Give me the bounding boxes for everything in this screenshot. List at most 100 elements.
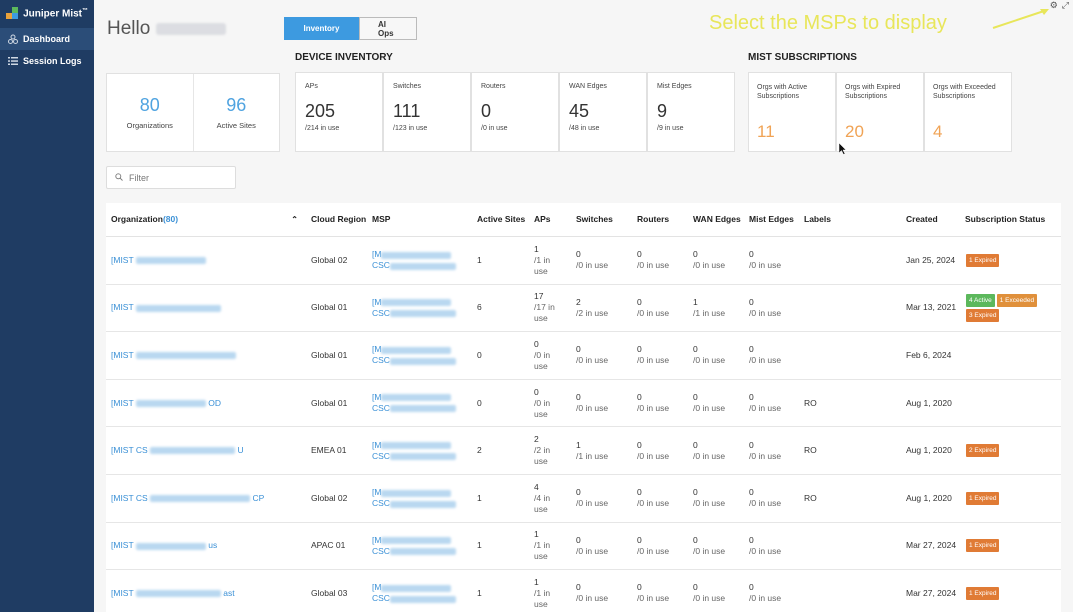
org-summary-card: 80 Organizations 96 Active Sites <box>106 73 280 152</box>
created-date: Aug 1, 2020 <box>906 397 952 408</box>
inventory-card-label: APs <box>305 83 318 90</box>
msp-link[interactable]: [M CSC <box>367 440 472 462</box>
inventory-card-label: Switches <box>393 83 422 90</box>
created-date: Jan 25, 2024 <box>906 254 956 265</box>
table-row[interactable]: [MIST OD Global 01 [M CSC 0 0/0 in use 0/0 in … <box>106 380 1061 428</box>
aps-value: 17/17 in use <box>534 291 555 324</box>
column-header-aps[interactable]: APs <box>529 214 571 225</box>
inventory-card-label: Mist Edges <box>657 83 692 90</box>
column-header-switches[interactable]: Switches <box>571 214 632 225</box>
msp-link[interactable]: [M CSC <box>367 487 472 509</box>
active-sites-label: Active Sites <box>216 121 256 130</box>
tab-ai-ops[interactable]: AI Ops <box>359 17 417 40</box>
settings-icon[interactable]: ⚙ <box>1050 0 1058 11</box>
msp-link[interactable]: [M CSC <box>367 582 472 604</box>
column-header-msp[interactable]: MSP <box>367 214 472 225</box>
routers-value: 0/0 in use <box>637 487 670 509</box>
inventory-card-switches[interactable]: Switches 111 /123 in use <box>383 72 471 152</box>
org-name-link[interactable]: [MIST <box>106 350 306 361</box>
inventory-card-mist-edges[interactable]: Mist Edges 9 /9 in use <box>647 72 735 152</box>
msp-link[interactable]: [M CSC <box>367 535 472 557</box>
cloud-region: Global 02 <box>311 492 348 503</box>
subscription-status: 2 Expired <box>960 443 1060 458</box>
sidebar-item-dashboard[interactable]: Dashboard <box>0 28 94 50</box>
table-row[interactable]: [MIST Global 01 [M CSC 6 17/17 in use 2/2 in … <box>106 285 1061 333</box>
column-header-labels[interactable]: Labels <box>799 214 901 225</box>
active-sites-value: 1 <box>477 587 482 598</box>
list-icon <box>8 56 18 66</box>
cloud-region: Global 01 <box>311 397 348 408</box>
routers-value: 0/0 in use <box>637 296 670 318</box>
column-header-routers[interactable]: Routers <box>632 214 688 225</box>
tab-inventory[interactable]: Inventory <box>284 17 359 40</box>
aps-value: 0/0 in use <box>534 338 551 371</box>
column-header-region[interactable]: Cloud Region <box>306 214 367 225</box>
subscription-card-label: Orgs with Active Subscriptions <box>757 84 808 100</box>
routers-value: 0/0 in use <box>637 582 670 604</box>
msp-link[interactable]: [M CSC <box>367 297 472 319</box>
org-name-link[interactable]: [MIST <box>106 255 306 266</box>
column-header-created[interactable]: Created <box>901 214 960 225</box>
table-row[interactable]: [MIST Global 02 [M CSC 1 1/1 in use 0/0 in us… <box>106 237 1061 285</box>
org-count-cell[interactable]: 80 Organizations <box>107 74 194 151</box>
msp-link[interactable]: [M CSC <box>367 344 472 366</box>
routers-value: 0/0 in use <box>637 439 670 461</box>
main-content: Hello Inventory AI Ops Select the MSPs t… <box>94 0 1073 612</box>
mouse-cursor-icon <box>839 143 847 155</box>
inventory-card-wan-edges[interactable]: WAN Edges 45 /48 in use <box>559 72 647 152</box>
table-row[interactable]: [MIST us APAC 01 [M CSC 1 1/1 in use 0/0 in us… <box>106 523 1061 571</box>
inventory-card-value: 111 <box>393 101 421 121</box>
cloud-region: Global 03 <box>311 587 348 598</box>
mist-edges-value: 0/0 in use <box>749 534 782 556</box>
msp-link[interactable]: [M CSC <box>367 392 472 414</box>
filter-input[interactable]: Filter <box>106 166 236 189</box>
subscription-card-value: 20 <box>845 122 864 141</box>
column-header-wan-edges[interactable]: WAN Edges <box>688 214 744 225</box>
sidebar-item-session-logs[interactable]: Session Logs <box>0 50 94 72</box>
inventory-card-aps[interactable]: APs 205 /214 in use <box>295 72 383 152</box>
inventory-card-sub: /9 in use <box>657 125 684 132</box>
created-date: Mar 27, 2024 <box>906 540 957 551</box>
column-header-organization[interactable]: Organization(80) ⌃ <box>106 214 306 225</box>
table-row[interactable]: [MIST CS CP Global 02 [M CSC 1 4/4 in use 0/0 … <box>106 475 1061 523</box>
device-inventory-title: DEVICE INVENTORY <box>295 52 393 63</box>
column-header-subscription-status[interactable]: Subscription Status <box>960 214 1060 225</box>
annotation-arrow-icon <box>992 9 1049 29</box>
cloud-region: EMEA 01 <box>311 445 347 456</box>
org-name-link[interactable]: [MIST CS CP <box>106 493 306 504</box>
msp-link[interactable]: [M CSC <box>367 249 472 271</box>
org-name-link[interactable]: [MIST us <box>106 540 306 551</box>
org-name-link[interactable]: [MIST <box>106 302 306 313</box>
aps-value: 1/1 in use <box>534 243 551 276</box>
subscription-card-active[interactable]: Orgs with Active Subscriptions 11 <box>748 72 836 152</box>
org-name-link[interactable]: [MIST CS U <box>106 445 306 456</box>
table-row[interactable]: [MIST CS U EMEA 01 [M CSC 2 2/2 in use 1/1 in … <box>106 427 1061 475</box>
subscription-card-expired[interactable]: Orgs with Expired Subscriptions 20 <box>836 72 924 152</box>
inventory-card-routers[interactable]: Routers 0 /0 in use <box>471 72 559 152</box>
subscription-card-exceeded[interactable]: Orgs with Exceeded Subscriptions 4 <box>924 72 1012 152</box>
switches-value: 2/2 in use <box>576 296 609 318</box>
org-name-link[interactable]: [MIST ast <box>106 588 306 599</box>
active-sites-cell[interactable]: 96 Active Sites <box>194 74 280 151</box>
wan-edges-value: 0/0 in use <box>693 487 726 509</box>
aps-value: 1/1 in use <box>534 529 551 562</box>
view-tabs: Inventory AI Ops <box>284 17 417 40</box>
created-date: Mar 27, 2024 <box>906 587 957 598</box>
column-header-active-sites[interactable]: Active Sites <box>472 214 529 225</box>
brand-name: Juniper Mist™ <box>23 8 88 20</box>
expand-icon[interactable]: ⤢ <box>1062 0 1069 11</box>
wan-edges-value: 0/0 in use <box>693 344 726 366</box>
subscription-status: 1 Expired <box>960 491 1060 506</box>
table-row[interactable]: [MIST Global 01 [M CSC 0 0/0 in use 0/0 in us… <box>106 332 1061 380</box>
org-name-link[interactable]: [MIST OD <box>106 398 306 409</box>
sort-up-icon[interactable]: ⌃ <box>291 214 298 225</box>
active-sites-value: 1 <box>477 540 482 551</box>
inventory-card-value: 9 <box>657 101 668 121</box>
column-header-mist-edges[interactable]: Mist Edges <box>744 214 799 225</box>
aps-value: 0/0 in use <box>534 386 551 419</box>
wan-edges-value: 0/0 in use <box>693 439 726 461</box>
cloud-region: APAC 01 <box>311 540 346 551</box>
status-badge: 1 Exceeded <box>996 293 1038 307</box>
table-row[interactable]: [MIST ast Global 03 [M CSC 1 1/1 in use 0/0 in… <box>106 570 1061 612</box>
brand-logo[interactable]: Juniper Mist™ <box>0 0 94 28</box>
